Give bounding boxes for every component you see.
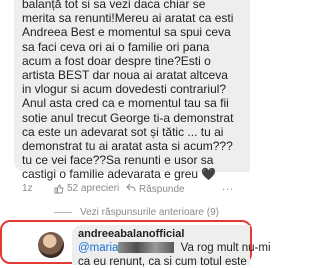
comment-text: balanță tot si sa vezi daca chiar se mer… — [22, 0, 234, 182]
avatar[interactable] — [38, 232, 64, 258]
thumbs-up-icon — [54, 184, 64, 194]
reply-arrow-icon — [126, 183, 136, 195]
reply-text-1: Va rog mult nu-mi — [177, 242, 271, 254]
likes-count: 52 aprecieri — [67, 183, 120, 194]
mention-link[interactable]: @maria — [78, 242, 118, 254]
comment-bubble: balanță tot si sa vezi daca chiar se mer… — [14, 0, 250, 181]
reply-bubble: andreeabalanofficial @maria Va rog mult … — [72, 225, 271, 268]
view-previous-replies[interactable]: Vezi răspunsurile anterioare (9) — [54, 207, 219, 218]
more-options-icon[interactable]: ... — [222, 181, 234, 193]
reply-label: Răspunde — [139, 183, 185, 195]
reply-button[interactable]: Răspunde — [126, 183, 185, 195]
divider — [54, 212, 72, 213]
previous-replies-label: Vezi răspunsurile anterioare (9) — [80, 207, 219, 218]
like-button[interactable]: 52 aprecieri — [54, 183, 119, 194]
comment-actions: 1z 52 aprecieri Răspunde ... — [22, 181, 242, 197]
highlighted-reply: andreeabalanofficial @maria Va rog mult … — [0, 220, 271, 268]
comment-time: 1z — [22, 183, 33, 194]
reply-line-1: @maria Va rog mult nu-mi — [78, 242, 271, 254]
reply-text-2: ca eu renunt, ca si cum totul este — [78, 256, 247, 268]
redacted-username — [118, 242, 175, 254]
reply-author[interactable]: andreeabalanofficial — [78, 228, 184, 240]
reply-line-2: ca eu renunt, ca si cum totul este — [78, 256, 247, 268]
